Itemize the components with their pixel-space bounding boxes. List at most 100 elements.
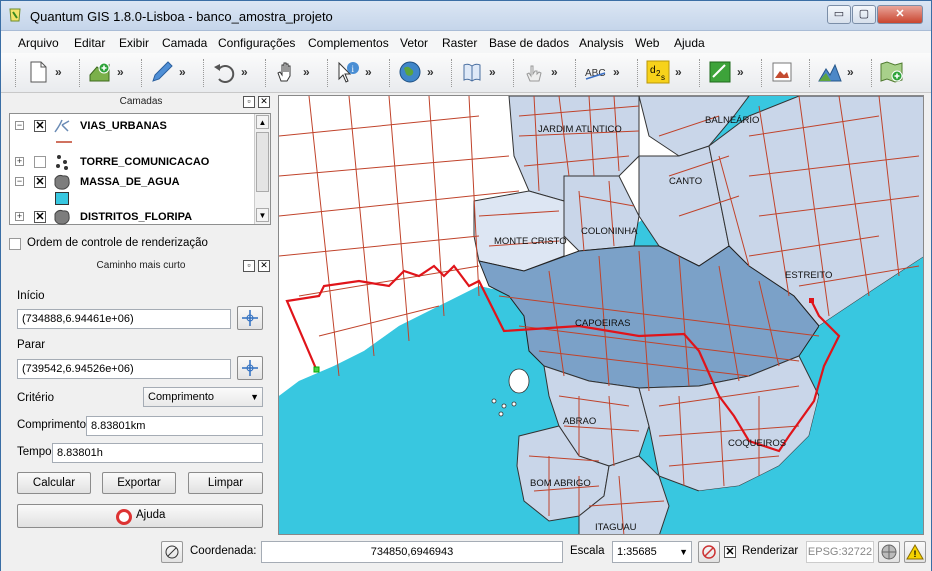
toolbar-group-web[interactable]: »	[397, 59, 445, 87]
toolbar-group-navigation[interactable]: »	[273, 59, 321, 87]
close-panel-icon[interactable]: ✕	[258, 260, 270, 272]
toolbar-more-icon[interactable]: »	[675, 65, 682, 79]
toolbar-more-icon[interactable]: »	[737, 65, 744, 79]
pick-stop-button[interactable]	[237, 356, 263, 380]
minimize-button[interactable]: ▭	[827, 5, 851, 24]
layers-tree[interactable]: − ✕ VIAS_URBANAS + TORRE_COMUNICACAO − ✕…	[9, 113, 271, 225]
layer-row-distritos-floripa[interactable]: + ✕ DISTRITOS_FLORIPA	[10, 208, 255, 226]
menu-vetor[interactable]: Vetor	[400, 36, 428, 50]
toolbar-group-touch[interactable]: »	[521, 59, 569, 87]
pick-start-button[interactable]	[237, 306, 263, 330]
layer-row-massa-de-agua[interactable]: − ✕ MASSA_DE_AGUA	[10, 173, 255, 191]
add-layer-icon[interactable]	[87, 59, 113, 85]
menu-editar[interactable]: Editar	[74, 36, 105, 50]
add-map-icon[interactable]	[879, 59, 905, 85]
d2s-plugin-icon[interactable]: d2s	[645, 59, 671, 85]
toolbar-group-add-map[interactable]	[879, 59, 909, 87]
menu-configuracoes[interactable]: Configurações	[218, 36, 295, 50]
maximize-button[interactable]: ▢	[852, 5, 876, 24]
toolbar-more-icon[interactable]: »	[489, 65, 496, 79]
toolbar-group-d2s[interactable]: d2s »	[645, 59, 693, 87]
help-book-icon[interactable]	[459, 59, 485, 85]
menu-web[interactable]: Web	[635, 36, 659, 50]
pan-hand-icon[interactable]	[273, 59, 299, 85]
stop-point-field[interactable]: (739542,6.94526e+06)	[17, 359, 231, 379]
toolbar-more-icon[interactable]: »	[179, 65, 186, 79]
toolbar-group-file[interactable]: »	[25, 59, 73, 87]
green-plugin-icon[interactable]	[707, 59, 733, 85]
layer-visibility-checkbox[interactable]: ✕	[34, 211, 46, 223]
menu-base-de-dados[interactable]: Base de dados	[489, 36, 569, 50]
clear-button[interactable]: Limpar	[188, 472, 263, 494]
scroll-up-icon[interactable]: ▲	[256, 115, 269, 129]
close-button[interactable]: ✕	[877, 5, 923, 24]
length-field[interactable]: 8.83801km	[86, 416, 263, 436]
collapse-icon[interactable]: −	[15, 177, 24, 186]
menu-exibir[interactable]: Exibir	[119, 36, 149, 50]
new-project-icon[interactable]	[25, 59, 51, 85]
expand-icon[interactable]: +	[15, 212, 24, 221]
layer-visibility-checkbox[interactable]: ✕	[34, 176, 46, 188]
layer-visibility-checkbox[interactable]: ✕	[34, 120, 46, 132]
image-plugin-icon[interactable]	[769, 59, 795, 85]
toolbar-more-icon[interactable]: »	[847, 65, 854, 79]
calculate-button[interactable]: Calcular	[17, 472, 91, 494]
toolbar-more-icon[interactable]: »	[551, 65, 558, 79]
toolbar-more-icon[interactable]: »	[117, 65, 124, 79]
menu-analysis[interactable]: Analysis	[579, 36, 624, 50]
toolbar-more-icon[interactable]: »	[427, 65, 434, 79]
toolbar-group-layers[interactable]: »	[87, 59, 135, 87]
toolbar-group-labels[interactable]: ABC »	[583, 59, 631, 87]
menu-arquivo[interactable]: Arquivo	[18, 36, 59, 50]
toolbar-group-plugin-green[interactable]: »	[707, 59, 755, 87]
close-panel-icon[interactable]: ✕	[258, 96, 270, 108]
collapse-icon[interactable]: −	[15, 121, 24, 130]
stop-render-icon[interactable]	[698, 541, 720, 563]
float-panel-icon[interactable]: ▫	[243, 260, 255, 272]
map-canvas[interactable]: JARDIM ATLNTICO BALNEÁRIO CANTO MONTE CR…	[278, 95, 924, 535]
help-button[interactable]: Ajuda	[17, 504, 263, 528]
scroll-down-icon[interactable]: ▼	[256, 208, 269, 222]
globe-icon[interactable]	[397, 59, 423, 85]
menu-camada[interactable]: Camada	[162, 36, 207, 50]
toolbar-group-edit[interactable]: »	[211, 59, 259, 87]
coordinate-field[interactable]: 734850,6946943	[261, 541, 563, 563]
label-abc-icon[interactable]: ABC	[583, 59, 609, 85]
toolbar-group-terrain[interactable]: »	[817, 59, 865, 87]
identify-icon[interactable]: i	[335, 59, 361, 85]
menu-ajuda[interactable]: Ajuda	[674, 36, 705, 50]
menu-complementos[interactable]: Complementos	[308, 36, 389, 50]
toolbar-group-attributes[interactable]: i »	[335, 59, 383, 87]
layer-row-vias-urbanas[interactable]: − ✕ VIAS_URBANAS	[10, 117, 255, 135]
render-checkbox[interactable]: ✕	[724, 546, 736, 558]
time-field[interactable]: 8.83801h	[52, 443, 263, 463]
scroll-thumb[interactable]	[256, 132, 269, 192]
layer-row-torre-comunicacao[interactable]: + TORRE_COMUNICACAO	[10, 153, 255, 171]
projection-globe-icon[interactable]	[878, 541, 900, 563]
toolbar-more-icon[interactable]: »	[613, 65, 620, 79]
toggle-extents-icon[interactable]	[161, 541, 183, 563]
toolbar-more-icon[interactable]: »	[365, 65, 372, 79]
layer-visibility-checkbox[interactable]	[34, 156, 46, 168]
toolbar-group-help[interactable]: »	[459, 59, 507, 87]
criterion-select[interactable]: Comprimento ▼	[143, 387, 263, 407]
scale-select[interactable]: 1:35685 ▼	[612, 541, 692, 563]
toolbar-more-icon[interactable]: »	[303, 65, 310, 79]
undo-icon[interactable]	[211, 59, 237, 85]
float-panel-icon[interactable]: ▫	[243, 96, 255, 108]
toolbar-group-image[interactable]	[769, 59, 799, 87]
render-order-checkbox[interactable]	[9, 238, 21, 250]
toolbar-group-digitize[interactable]: »	[149, 59, 197, 87]
touch-icon[interactable]	[521, 59, 547, 85]
start-point-field[interactable]: (734888,6.94461e+06)	[17, 309, 231, 329]
toolbar-more-icon[interactable]: »	[55, 65, 62, 79]
expand-icon[interactable]: +	[15, 157, 24, 166]
terrain-icon[interactable]	[817, 59, 843, 85]
menu-raster[interactable]: Raster	[442, 36, 477, 50]
crs-button[interactable]: EPSG:32722	[806, 541, 874, 563]
layers-scrollbar[interactable]: ▲ ▼	[254, 114, 270, 224]
warning-icon[interactable]: !	[904, 541, 926, 563]
toolbar-more-icon[interactable]: »	[241, 65, 248, 79]
export-button[interactable]: Exportar	[102, 472, 176, 494]
digitize-pencil-icon[interactable]	[149, 59, 175, 85]
